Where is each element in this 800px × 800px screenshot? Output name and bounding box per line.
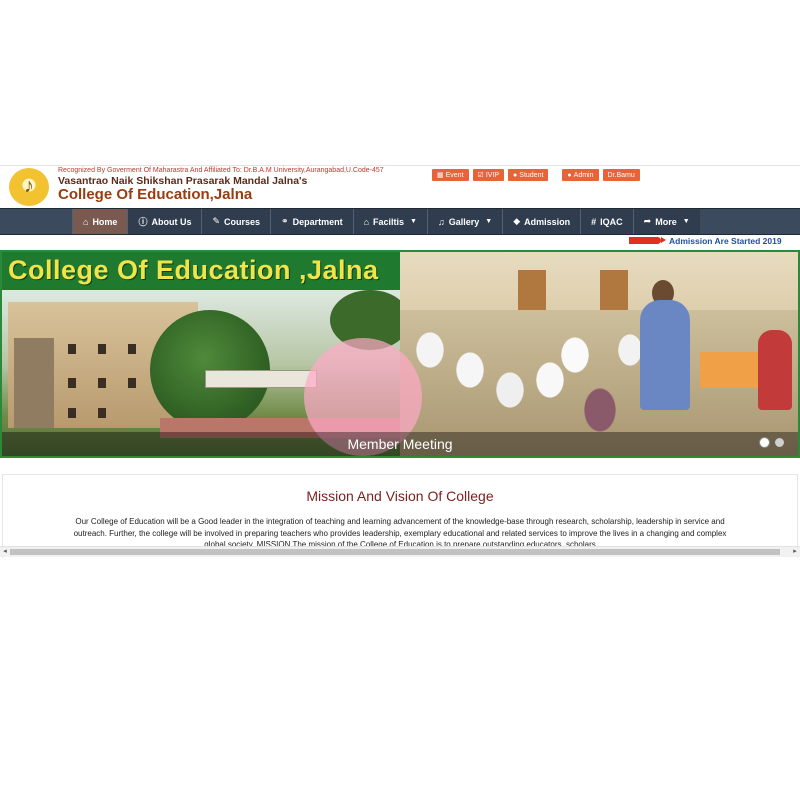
ivip-link[interactable]: ☑ IVIP xyxy=(472,169,505,181)
horizontal-scrollbar[interactable]: ◂ ▸ xyxy=(0,546,800,557)
home-icon: ⌂ xyxy=(83,216,89,227)
new-badge-icon xyxy=(629,237,666,244)
main-navbar: ⌂ Home ⓘ About Us ✎ Courses ⚭ Department ⌂ Fa… xyxy=(0,208,800,235)
share-icon: ➦ xyxy=(643,216,652,226)
user-icon: ● xyxy=(513,171,518,179)
bank-icon: ⌂ xyxy=(363,216,370,227)
scroll-right-icon[interactable]: ▸ xyxy=(790,547,800,557)
speaker xyxy=(640,300,690,410)
nav-faciltis[interactable]: ⌂ Faciltis ▼ xyxy=(352,209,427,234)
mission-title: Mission And Vision Of College xyxy=(306,488,494,504)
top-links: ▦ Event ☑ IVIP ● Student ● Admin Dr.Bamu xyxy=(432,169,640,181)
nav-home[interactable]: ⌂ Home xyxy=(72,209,128,234)
saraswati-logo-icon: ♪ xyxy=(24,175,34,197)
site-header: ♪ Recognized By Goverment Of Maharastra … xyxy=(0,166,800,208)
slider-dots xyxy=(760,438,784,447)
user-icon: ● xyxy=(567,171,572,179)
slide-dot-1[interactable] xyxy=(760,438,769,447)
banner-title: College Of Education ,Jalna xyxy=(8,255,379,285)
nav-courses[interactable]: ✎ Courses xyxy=(201,209,271,234)
edit-icon: ✎ xyxy=(212,216,221,226)
college-title: College Of Education,Jalna xyxy=(58,186,253,203)
nav-more[interactable]: ➦ More ▼ xyxy=(632,209,700,234)
news-ticker: Admission Are Started 2019 xyxy=(0,234,800,248)
chevron-down-icon: ▼ xyxy=(485,218,493,225)
admin-link[interactable]: ● Admin xyxy=(562,169,599,181)
graduation-cap-icon: ◆ xyxy=(513,216,521,226)
event-link[interactable]: ▦ Event xyxy=(432,169,469,181)
image-slider[interactable]: College Of Education ,Jalna Member Meeti… xyxy=(0,250,800,458)
meeting-photo xyxy=(400,250,800,458)
student-link[interactable]: ● Student xyxy=(508,169,549,181)
nav-gallery[interactable]: ♫ Gallery ▼ xyxy=(426,209,503,234)
scroll-left-icon[interactable]: ◂ xyxy=(0,547,10,557)
slide-caption: Member Meeting xyxy=(347,436,453,452)
college-gate xyxy=(205,370,317,388)
chevron-down-icon: ▼ xyxy=(410,218,417,225)
scrollbar-thumb[interactable] xyxy=(10,549,780,555)
music-icon: ♫ xyxy=(437,216,445,227)
college-logo[interactable]: ♪ xyxy=(9,168,49,206)
calendar-icon: ▦ xyxy=(437,172,444,179)
ticker-text[interactable]: Admission Are Started 2019 xyxy=(669,236,782,246)
drbamu-link[interactable]: Dr.Bamu xyxy=(602,169,640,181)
nav-department[interactable]: ⚭ Department xyxy=(270,209,353,234)
handshake-icon: ⚭ xyxy=(281,216,289,226)
chevron-down-icon: ▼ xyxy=(682,218,690,225)
hashtag-icon: # xyxy=(591,216,597,227)
browser-viewport: ♪ Recognized By Goverment Of Maharastra … xyxy=(0,165,800,558)
nav-items: ⌂ Home ⓘ About Us ✎ Courses ⚭ Department ⌂ Fa… xyxy=(72,209,700,234)
nav-iqac[interactable]: # IQAC xyxy=(580,209,633,234)
slide-dot-2[interactable] xyxy=(775,438,784,447)
info-icon: ⓘ xyxy=(138,217,148,227)
nav-admission[interactable]: ◆ Admission xyxy=(502,209,581,234)
nav-about-us[interactable]: ⓘ About Us xyxy=(127,209,202,234)
check-icon: ☑ xyxy=(477,172,484,179)
recognition-text: Recognized By Goverment Of Maharastra An… xyxy=(58,167,384,174)
